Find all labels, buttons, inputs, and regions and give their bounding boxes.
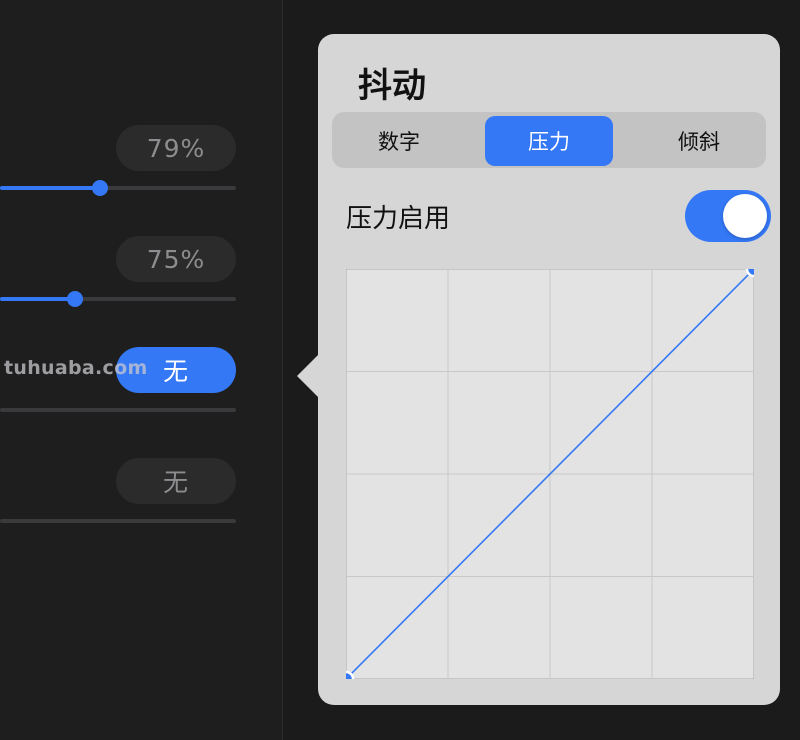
toggle-knob [723,194,767,238]
pressure-enable-label: 压力启用 [346,204,451,234]
slider-track[interactable] [0,408,236,412]
tab-number[interactable]: 数字 [335,116,463,166]
brush-settings-screen: 79% 75% 无 无 tuhuaba.com 抖动 数字 压力 倾斜 压力启用 [0,0,800,740]
value-pill[interactable]: 79% [116,125,236,171]
tab-tilt[interactable]: 倾斜 [635,116,763,166]
slider-track[interactable] [0,180,236,196]
popover-arrow [297,354,319,398]
watermark-text: tuhuaba.com [4,357,148,379]
slider-track[interactable] [0,519,236,523]
pressure-curve-graph[interactable] [346,269,754,679]
value-pill[interactable]: 无 [116,458,236,504]
source-segmented-control: 数字 压力 倾斜 [332,112,766,168]
jitter-popover: 抖动 数字 压力 倾斜 压力启用 [318,34,780,705]
brush-settings-panel: 79% 75% 无 无 tuhuaba.com [0,0,282,740]
slider-fill [0,186,100,190]
slider-track[interactable] [0,291,236,307]
slider-knob[interactable] [67,291,83,307]
panel-divider [282,0,283,740]
pressure-enable-toggle[interactable] [685,190,771,242]
tab-pressure[interactable]: 压力 [485,116,613,166]
popover-title: 抖动 [358,66,426,106]
slider-fill [0,297,75,301]
slider-knob[interactable] [92,180,108,196]
value-pill[interactable]: 75% [116,236,236,282]
